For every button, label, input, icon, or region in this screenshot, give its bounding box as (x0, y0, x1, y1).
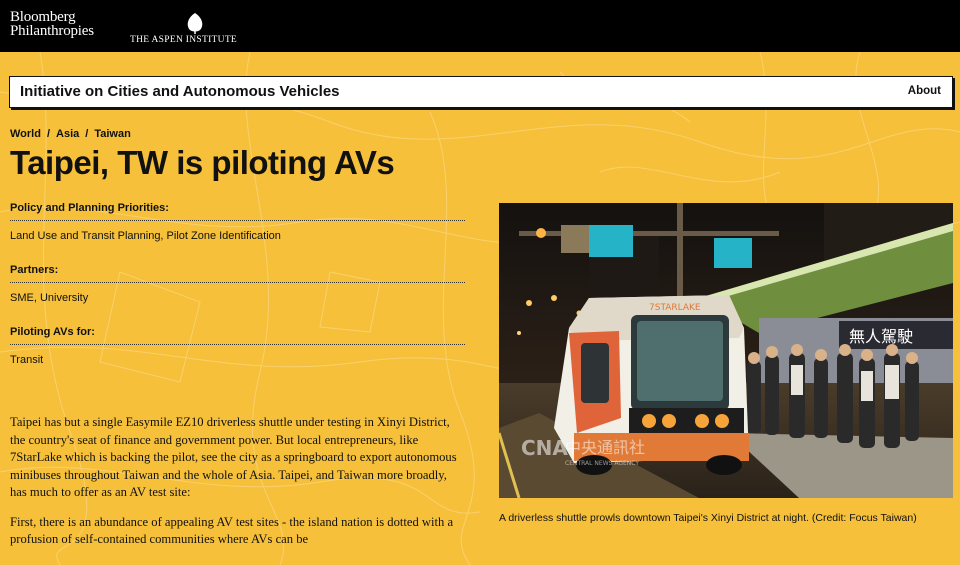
piloting-for-value: Transit (10, 354, 44, 366)
piloting-for-label: Piloting AVs for: (10, 326, 465, 345)
breadcrumb-separator: / (85, 128, 89, 140)
site-title[interactable]: Initiative on Cities and Autonomous Vehi… (20, 83, 340, 100)
bloomberg-logo-line1: Bloomberg (10, 9, 76, 25)
breadcrumb: World / Asia / Taiwan (10, 128, 131, 140)
bloomberg-philanthropies-logo[interactable]: Bloomberg Philanthropies (10, 9, 94, 39)
aspen-institute-text: THE ASPEN INSTITUTE (130, 35, 238, 45)
breadcrumb-taiwan[interactable]: Taiwan (94, 128, 130, 140)
site-header: Initiative on Cities and Autonomous Vehi… (9, 76, 953, 108)
cna-watermark-subtext: CENTRAL NEWS AGENCY (565, 460, 639, 467)
article-body: Taipei has but a single Easymile EZ10 dr… (10, 414, 465, 561)
bloomberg-logo-line2: Philanthropies (10, 23, 94, 39)
aspen-institute-logo[interactable]: THE ASPEN INSTITUTE (130, 10, 270, 50)
partners-value: SME, University (10, 292, 89, 304)
about-link[interactable]: About (908, 85, 941, 97)
breadcrumb-separator: / (46, 128, 51, 140)
svg-text:CNA: CNA (521, 436, 568, 460)
shuttle-photo-illustration: 無人駕駛 7STARLAKE CNA 中央通訊社 CENTRAL NEWS AG… (499, 203, 953, 498)
breadcrumb-world[interactable]: World (10, 128, 41, 140)
policy-priorities-label: Policy and Planning Priorities: (10, 202, 465, 221)
piloting-for-section: Piloting AVs for: Transit (10, 326, 465, 373)
partners-label: Partners: (10, 264, 465, 283)
policy-priorities-section: Policy and Planning Priorities: Land Use… (10, 202, 465, 249)
cna-watermark-text: 中央通訊社 (565, 438, 645, 457)
breadcrumb-asia[interactable]: Asia (56, 128, 79, 140)
shuttle-sign-text: 無人駕駛 (849, 327, 913, 346)
photo-caption: A driverless shuttle prowls downtown Tai… (499, 512, 917, 524)
policy-priorities-value: Land Use and Transit Planning, Pilot Zon… (10, 230, 281, 242)
aspen-leaf-icon (187, 13, 203, 34)
partner-logo-bar: Bloomberg Philanthropies THE ASPEN INSTI… (0, 0, 960, 52)
article-paragraph: Taipei has but a single Easymile EZ10 dr… (10, 415, 457, 499)
shuttle-photo: 無人駕駛 7STARLAKE CNA 中央通訊社 CENTRAL NEWS AG… (499, 203, 953, 498)
article-paragraph: First, there is an abundance of appealin… (10, 514, 454, 547)
shuttle-brand-label: 7STARLAKE (649, 303, 701, 313)
partners-section: Partners: SME, University (10, 264, 465, 311)
page-title: Taipei, TW is piloting AVs (10, 144, 395, 181)
